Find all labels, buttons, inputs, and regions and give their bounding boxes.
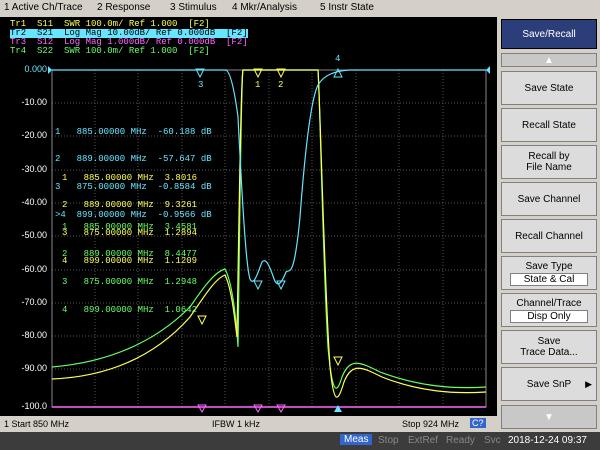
ready-status: Ready — [446, 435, 475, 446]
recall-channel-label: Recall Channel — [515, 230, 583, 242]
channel-trace-label: Channel/Trace — [516, 297, 582, 309]
save-state-button[interactable]: Save State — [501, 71, 597, 105]
recall-channel-button[interactable]: Recall Channel — [501, 219, 597, 253]
save-channel-label: Save Channel — [517, 193, 581, 205]
menu-response[interactable]: 2 Response — [97, 2, 150, 13]
save-channel-button[interactable]: Save Channel — [501, 182, 597, 216]
marker-table-s22: 1 885.00000 MHz 3.4581 2 889.00000 MHz 8… — [62, 204, 197, 334]
marker-row: 1 885.00000 MHz -60.188 dB — [55, 126, 212, 137]
recall-state-button[interactable]: Recall State — [501, 108, 597, 142]
save-type-button[interactable]: Save Type State & Cal — [501, 256, 597, 290]
channel-trace-value: Disp Only — [510, 309, 588, 323]
menu-active-ch-trace[interactable]: 1 Active Ch/Trace — [4, 2, 83, 13]
marker-row: 2 889.00000 MHz 8.4477 — [62, 249, 198, 260]
instrument-status-bar: Meas Stop ExtRef Ready Svc 2018-12-24 09… — [0, 432, 600, 450]
chevron-right-icon: ▶ — [585, 378, 592, 389]
chevron-down-icon: ▼ — [544, 411, 554, 423]
extref-status: ExtRef — [408, 435, 439, 446]
start-frequency[interactable]: 1 Start 850 MHz — [4, 419, 69, 429]
datetime: 2018-12-24 09:37 — [508, 435, 587, 446]
stop-frequency[interactable]: Stop 924 MHz — [402, 419, 459, 429]
save-type-label: Save Type — [525, 260, 573, 272]
marker-label-4: 4 — [335, 54, 341, 64]
marker-row: 1 885.00000 MHz 3.8016 — [62, 172, 198, 183]
channel-status-bar: 1 Start 850 MHz IFBW 1 kHz Stop 924 MHz … — [0, 417, 497, 431]
meas-status: Meas — [340, 434, 373, 445]
menu-instr-state[interactable]: 5 Instr State — [320, 2, 374, 13]
measurement-screen[interactable]: Tr1 S11 SWR 100.0m/ Ref 1.000 [F2] Tr2 S… — [0, 17, 497, 416]
save-state-label: Save State — [524, 82, 574, 94]
marker-row: 1 885.00000 MHz 3.4581 — [62, 221, 198, 232]
scroll-down-button[interactable]: ▼ — [501, 405, 597, 429]
chevron-up-icon: ▲ — [544, 54, 554, 66]
recall-state-label: Recall State — [522, 119, 576, 131]
marker-row: 3 875.00000 MHz 1.2948 — [62, 277, 198, 288]
softkey-title: Save/Recall — [501, 19, 597, 49]
softkey-panel: Save/Recall ▲ Save State Recall State Re… — [497, 17, 600, 432]
marker-label-2: 2 — [278, 80, 284, 90]
svc-status: Svc — [484, 435, 501, 446]
cal-status-badge: C? — [470, 418, 486, 428]
menu-stimulus[interactable]: 3 Stimulus — [170, 2, 217, 13]
menu-bar: 1 Active Ch/Trace 2 Response 3 Stimulus … — [0, 0, 600, 18]
menu-mkr-analysis[interactable]: 4 Mkr/Analysis — [232, 2, 297, 13]
marker-label-1: 1 — [255, 80, 261, 90]
stop-status: Stop — [378, 435, 399, 446]
save-snp-label: Save SnP — [526, 378, 572, 390]
scroll-up-button[interactable]: ▲ — [501, 53, 597, 67]
save-snp-button[interactable]: Save SnP ▶ — [501, 367, 597, 401]
recall-file-name-label: File Name — [526, 162, 572, 173]
marker-row: 4 899.00000 MHz 1.0642 — [62, 305, 198, 316]
save-trace-label-1: Save — [537, 336, 561, 347]
softkey-title-text: Save/Recall — [522, 28, 576, 40]
save-type-value: State & Cal — [510, 272, 588, 286]
recall-by-label: Recall by — [528, 151, 570, 162]
ifbw[interactable]: IFBW 1 kHz — [212, 419, 260, 429]
save-trace-data-button[interactable]: Save Trace Data... — [501, 330, 597, 364]
marker-label-3: 3 — [198, 80, 204, 90]
recall-by-file-name-button[interactable]: Recall by File Name — [501, 145, 597, 179]
channel-trace-button[interactable]: Channel/Trace Disp Only — [501, 293, 597, 327]
save-trace-label-2: Trace Data... — [520, 347, 578, 358]
